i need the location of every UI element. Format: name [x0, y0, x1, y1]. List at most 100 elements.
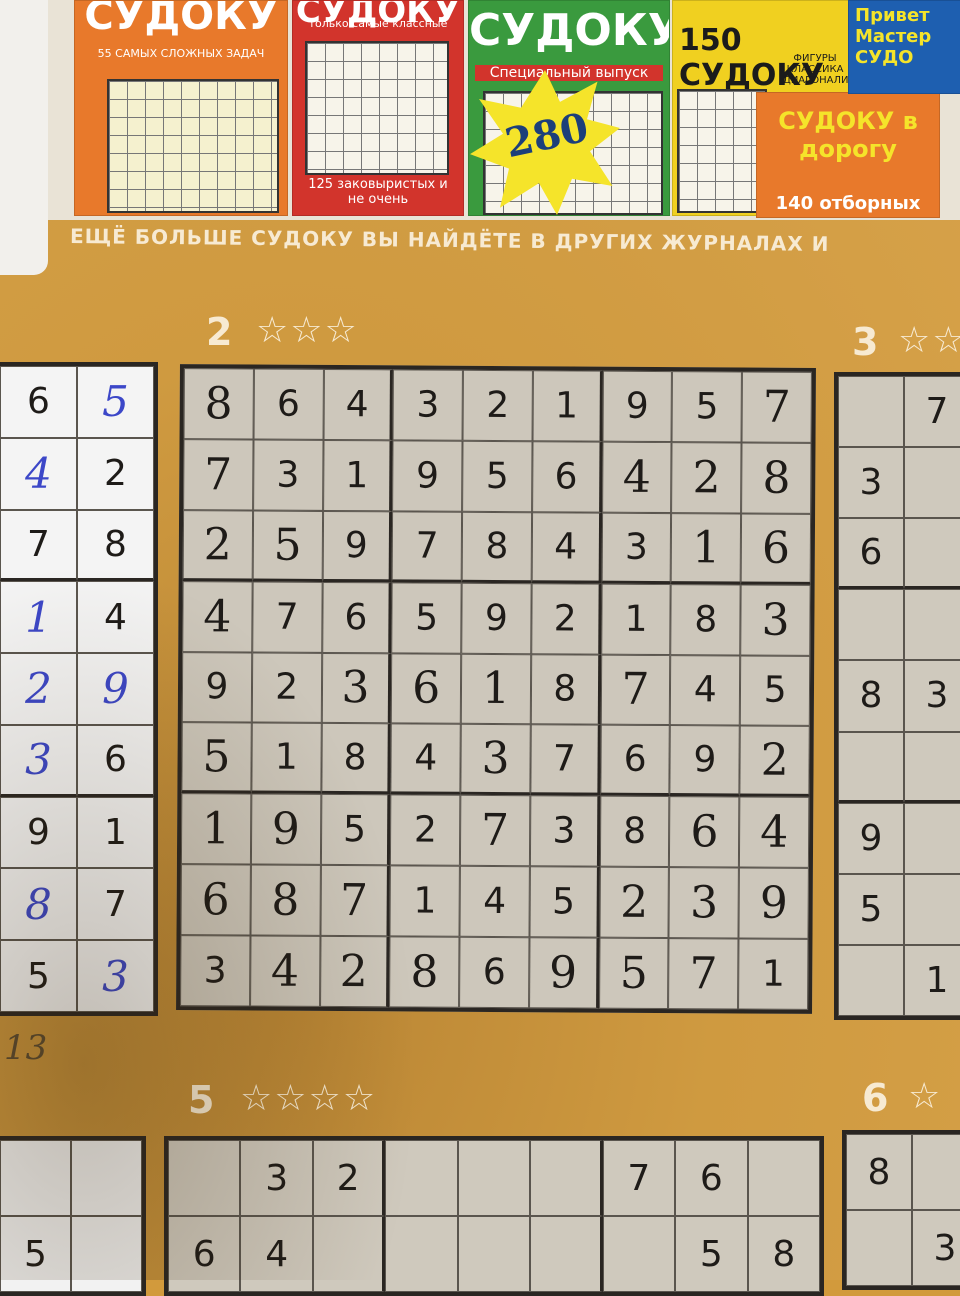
sudoku-cell[interactable] — [168, 1140, 241, 1216]
sudoku-cell[interactable]: 1 — [460, 653, 532, 725]
sudoku-cell[interactable]: 7 — [77, 868, 154, 941]
sudoku-cell[interactable]: 7 — [183, 438, 254, 511]
sudoku-cell[interactable]: 4 — [240, 1216, 313, 1292]
sudoku-cell[interactable]: 2 — [462, 369, 533, 442]
sudoku-cell[interactable]: 8 — [530, 653, 601, 726]
sudoku-cell[interactable]: 1 — [671, 512, 742, 585]
sudoku-cell[interactable]: 8 — [77, 509, 154, 582]
sudoku-cell[interactable] — [904, 589, 960, 661]
sudoku-cell[interactable]: 6 — [459, 936, 530, 1009]
sudoku-cell[interactable]: 7 — [600, 654, 671, 726]
sudoku-cell[interactable]: 3 — [460, 724, 531, 796]
sudoku-cell[interactable]: 3 — [529, 795, 601, 867]
sudoku-cell[interactable] — [747, 1140, 820, 1216]
sudoku-cell[interactable]: 6 — [0, 366, 77, 438]
sudoku-cell[interactable]: 6 — [675, 1140, 748, 1216]
sudoku-cell[interactable]: 4 — [77, 581, 154, 654]
sudoku-cell[interactable]: 6 — [253, 368, 324, 440]
sudoku-cell[interactable]: 2 — [319, 936, 390, 1008]
sudoku-cell[interactable] — [312, 1216, 386, 1292]
sudoku-cell[interactable] — [457, 1216, 531, 1292]
sudoku-cell[interactable] — [530, 1140, 603, 1216]
sudoku-cell[interactable]: 3 — [180, 935, 251, 1007]
sudoku-cell[interactable]: 5 — [598, 937, 669, 1010]
sudoku-cell[interactable]: 9 — [322, 510, 393, 583]
sudoku-cell[interactable]: 5 — [252, 510, 323, 582]
sudoku-cell[interactable]: 7 — [904, 376, 960, 448]
sudoku-cell[interactable] — [71, 1216, 142, 1292]
sudoku-cell[interactable]: 5 — [181, 722, 252, 794]
sudoku-cell[interactable]: 3 — [904, 660, 960, 732]
sudoku-cell[interactable]: 7 — [668, 938, 739, 1010]
sudoku-cell[interactable] — [904, 518, 960, 590]
sudoku-cell[interactable] — [838, 731, 904, 803]
sudoku-cell[interactable]: 3 — [252, 439, 324, 511]
sudoku-cell[interactable] — [385, 1216, 458, 1292]
sudoku-cell[interactable]: 6 — [600, 725, 671, 797]
sudoku-cell[interactable]: 4 — [459, 866, 530, 938]
sudoku-cell[interactable]: 2 — [390, 794, 461, 867]
sudoku-cell[interactable]: 4 — [739, 796, 810, 869]
sudoku-cell[interactable]: 2 — [182, 509, 253, 582]
sudoku-cell[interactable]: 3 — [77, 940, 154, 1012]
sudoku-cell[interactable]: 3 — [838, 447, 904, 519]
sudoku-cell[interactable]: 2 — [739, 725, 810, 798]
sudoku-cell[interactable]: 1 — [251, 722, 322, 795]
sudoku-cell[interactable]: 7 — [0, 509, 77, 582]
sudoku-cell[interactable]: 5 — [529, 866, 600, 938]
sudoku-cell[interactable]: 2 — [77, 437, 154, 510]
sudoku-cell[interactable] — [904, 447, 960, 519]
sudoku-cell[interactable]: 3 — [668, 867, 740, 939]
sudoku-cell[interactable]: 6 — [740, 513, 812, 585]
sudoku-cell[interactable]: 9 — [0, 796, 77, 869]
sudoku-cell[interactable] — [904, 873, 960, 945]
sudoku-cell[interactable]: 8 — [320, 723, 392, 795]
sudoku-cell[interactable]: 5 — [739, 655, 811, 727]
sudoku-cell[interactable] — [838, 589, 904, 661]
sudoku-cell[interactable]: 2 — [0, 653, 77, 725]
sudoku-cell[interactable]: 7 — [320, 865, 391, 937]
sudoku-cell[interactable] — [904, 802, 960, 874]
sudoku-cell[interactable]: 4 — [601, 441, 672, 513]
sudoku-cell[interactable]: 3 — [321, 652, 392, 724]
sudoku-cell[interactable] — [530, 1216, 603, 1292]
sudoku-cell[interactable]: 5 — [838, 873, 904, 945]
sudoku-cell[interactable]: 9 — [838, 802, 904, 874]
sudoku-cell[interactable]: 9 — [461, 582, 532, 654]
sudoku-cell[interactable] — [904, 731, 960, 803]
sudoku-cell[interactable]: 1 — [389, 865, 461, 937]
sudoku-cell[interactable]: 5 — [0, 940, 77, 1012]
sudoku-cell[interactable]: 1 — [532, 370, 603, 442]
sudoku-cell[interactable]: 5 — [320, 794, 391, 866]
sudoku-cell[interactable]: 8 — [0, 868, 77, 941]
sudoku-cell[interactable]: 5 — [77, 366, 154, 438]
sudoku-cell[interactable]: 8 — [846, 1134, 912, 1210]
sudoku-cell[interactable]: 9 — [181, 651, 252, 723]
sudoku-cell[interactable]: 5 — [671, 371, 743, 443]
sudoku-cell[interactable]: 8 — [670, 583, 741, 656]
sudoku-cell[interactable]: 9 — [250, 793, 321, 866]
sudoku-cell[interactable]: 1 — [738, 938, 809, 1010]
sudoku-cell[interactable]: 3 — [0, 724, 77, 797]
sudoku-cell[interactable]: 8 — [747, 1216, 820, 1292]
sudoku-cell[interactable]: 1 — [77, 796, 154, 869]
sudoku-cell[interactable]: 2 — [671, 441, 742, 514]
sudoku-cell[interactable]: 6 — [168, 1216, 241, 1292]
sudoku-cell[interactable]: 8 — [461, 511, 532, 583]
sudoku-cell[interactable]: 6 — [391, 652, 462, 725]
sudoku-cell[interactable]: 8 — [838, 660, 904, 732]
sudoku-cell[interactable]: 8 — [183, 368, 254, 440]
sudoku-cell[interactable]: 9 — [392, 440, 463, 512]
sudoku-cell[interactable]: 6 — [180, 864, 251, 936]
sudoku-cell[interactable] — [385, 1140, 458, 1216]
sudoku-cell[interactable]: 9 — [738, 867, 809, 940]
sudoku-cell[interactable]: 9 — [77, 653, 154, 725]
sudoku-cell[interactable]: 1 — [0, 581, 77, 654]
sudoku-cell[interactable]: 4 — [670, 654, 741, 726]
sudoku-cell[interactable] — [838, 944, 904, 1016]
sudoku-cell[interactable]: 5 — [391, 582, 462, 654]
sudoku-cell[interactable]: 2 — [599, 866, 670, 939]
sudoku-cell[interactable]: 3 — [240, 1140, 313, 1216]
sudoku-cell[interactable]: 4 — [323, 368, 394, 441]
sudoku-cell[interactable] — [602, 1216, 676, 1292]
